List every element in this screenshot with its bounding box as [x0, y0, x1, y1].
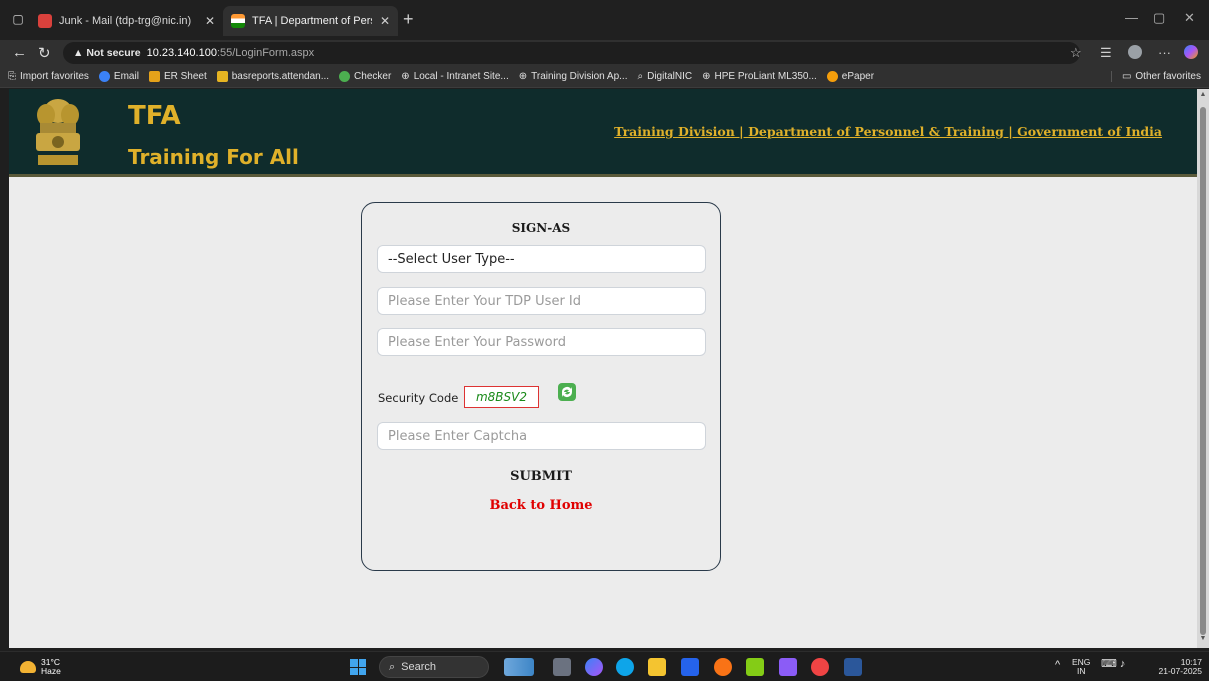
user-type-select[interactable]: --Select User Type--: [377, 245, 706, 273]
site-header: TFA Training For All Training Division |…: [9, 89, 1197, 177]
search-icon: ⌕: [389, 660, 396, 673]
not-secure-warning[interactable]: ▲ Not secure: [73, 47, 141, 59]
address-bar-row: ← ↻ ▲ Not secure 10.23.140.100:55/LoginF…: [0, 40, 1209, 66]
person-icon: [148, 71, 160, 82]
report-icon: [216, 71, 228, 82]
back-to-home-link[interactable]: Back to Home: [362, 498, 720, 513]
refresh-captcha-icon[interactable]: [558, 383, 576, 401]
app-icon[interactable]: [746, 658, 764, 676]
task-view-icon[interactable]: [553, 658, 571, 676]
url-host: 10.23.140.100: [146, 47, 217, 59]
fav-email[interactable]: Email: [98, 71, 139, 82]
windows-taskbar: 31°C Haze ⌕ Search ^ ENG IN ⌨ ♪ 10:17 21-07…: [0, 651, 1209, 681]
taskbar-search[interactable]: ⌕ Search: [379, 656, 489, 678]
vertical-scrollbar[interactable]: ▲ ▼: [1197, 89, 1209, 648]
fav-training-division[interactable]: ⊕ Training Division Ap...: [519, 71, 628, 82]
folder-icon: ▭: [1121, 71, 1132, 82]
mail-favicon-icon: [38, 14, 52, 28]
weather-widget[interactable]: 31°C Haze: [20, 658, 61, 676]
submit-button[interactable]: SUBMIT: [362, 469, 720, 484]
email-icon: [98, 71, 110, 82]
clock[interactable]: 10:17 21-07-2025: [1146, 658, 1202, 676]
network-volume-icon[interactable]: ⌨ ♪: [1101, 659, 1125, 670]
tab-title: TFA | Department of Personnel &: [252, 15, 372, 27]
login-heading: SIGN-AS: [511, 221, 571, 235]
star-icon[interactable]: ☆: [1070, 45, 1082, 61]
fav-import[interactable]: ⎘ Import favorites: [8, 71, 89, 82]
copilot-taskbar-icon[interactable]: [585, 658, 603, 676]
captcha-input[interactable]: Please Enter Captcha: [377, 422, 706, 450]
other-favorites[interactable]: ▭ Other favorites: [1110, 71, 1201, 82]
brand-subtitle: Training For All: [128, 145, 299, 169]
browser-tab-bar: ▢ Junk - Mail (tdp-trg@nic.in) ✕ TFA | D…: [0, 0, 1209, 40]
login-card: SIGN-AS --Select User Type-- Please Ente…: [361, 202, 721, 571]
tab-junk-mail[interactable]: Junk - Mail (tdp-trg@nic.in) ✕: [30, 6, 223, 36]
tab-tfa[interactable]: TFA | Department of Personnel & ✕: [223, 6, 398, 36]
firefox-icon[interactable]: [714, 658, 732, 676]
dot-icon: [826, 71, 838, 82]
india-flag-favicon-icon: [231, 14, 245, 28]
brand-title: TFA: [128, 101, 181, 131]
word-icon[interactable]: [844, 658, 862, 676]
tray-chevron-icon[interactable]: ^: [1055, 660, 1060, 671]
store-icon[interactable]: [681, 658, 699, 676]
scroll-up-icon[interactable]: ▲: [1199, 91, 1207, 98]
captcha-image: m8BSV2: [464, 386, 539, 408]
fav-checker[interactable]: Checker: [339, 71, 391, 82]
page-viewport: TFA Training For All Training Division |…: [9, 89, 1197, 648]
visual-studio-icon[interactable]: [779, 658, 797, 676]
close-window-icon[interactable]: ✕: [1184, 10, 1195, 26]
header-department-link[interactable]: Training Division | Department of Person…: [614, 124, 1162, 139]
checker-icon: [339, 71, 351, 82]
widgets-icon[interactable]: [504, 658, 534, 676]
minimize-icon[interactable]: —: [1125, 10, 1138, 25]
fav-epaper[interactable]: ePaper: [826, 71, 874, 82]
globe-icon: ⊕: [401, 71, 410, 82]
favorites-bar: ⎘ Import favorites Email ER Sheet basrepo…: [0, 66, 1209, 88]
user-id-input[interactable]: Please Enter Your TDP User Id: [377, 287, 706, 315]
restore-icon[interactable]: ▢: [1153, 10, 1165, 26]
scroll-down-icon[interactable]: ▼: [1199, 635, 1207, 642]
fav-hpe[interactable]: ⊕ HPE ProLiant ML350...: [702, 71, 817, 82]
start-windows-icon[interactable]: [350, 659, 366, 675]
favorites-icon[interactable]: ☰: [1100, 45, 1112, 61]
fav-digitalnic[interactable]: ⌕ DigitalNIC: [637, 71, 692, 82]
url-path: :55/LoginForm.aspx: [216, 47, 315, 59]
fav-basreports[interactable]: basreports.attendan...: [216, 71, 329, 82]
haze-weather-icon: [20, 661, 36, 673]
more-icon[interactable]: ···: [1158, 45, 1171, 60]
password-input[interactable]: Please Enter Your Password: [377, 328, 706, 356]
chrome-icon[interactable]: [811, 658, 829, 676]
import-icon: ⎘: [8, 71, 16, 82]
search-icon: ⌕: [637, 71, 644, 82]
fav-local-intranet[interactable]: ⊕ Local - Intranet Site...: [401, 71, 508, 82]
tab-actions-icon[interactable]: ▢: [10, 11, 26, 27]
close-icon[interactable]: ✕: [380, 14, 390, 28]
scrollbar-thumb[interactable]: [1200, 107, 1206, 635]
edge-icon[interactable]: [616, 658, 634, 676]
copilot-icon[interactable]: [1184, 45, 1198, 59]
file-explorer-icon[interactable]: [648, 658, 666, 676]
national-emblem-icon: [36, 99, 80, 165]
refresh-icon[interactable]: ↻: [38, 44, 51, 62]
profile-avatar-icon[interactable]: [1128, 45, 1142, 59]
fav-er-sheet[interactable]: ER Sheet: [148, 71, 207, 82]
globe-icon: ⊕: [518, 71, 528, 82]
new-tab-icon[interactable]: +: [403, 9, 414, 30]
globe-icon: ⊕: [702, 71, 711, 82]
security-code-label: Security Code: [378, 391, 459, 405]
url-field[interactable]: ▲ Not secure 10.23.140.100:55/LoginForm.…: [63, 42, 1080, 64]
close-icon[interactable]: ✕: [205, 14, 215, 28]
tab-title: Junk - Mail (tdp-trg@nic.in): [59, 15, 192, 27]
back-icon[interactable]: ←: [12, 44, 27, 61]
language-indicator[interactable]: ENG IN: [1072, 658, 1090, 676]
